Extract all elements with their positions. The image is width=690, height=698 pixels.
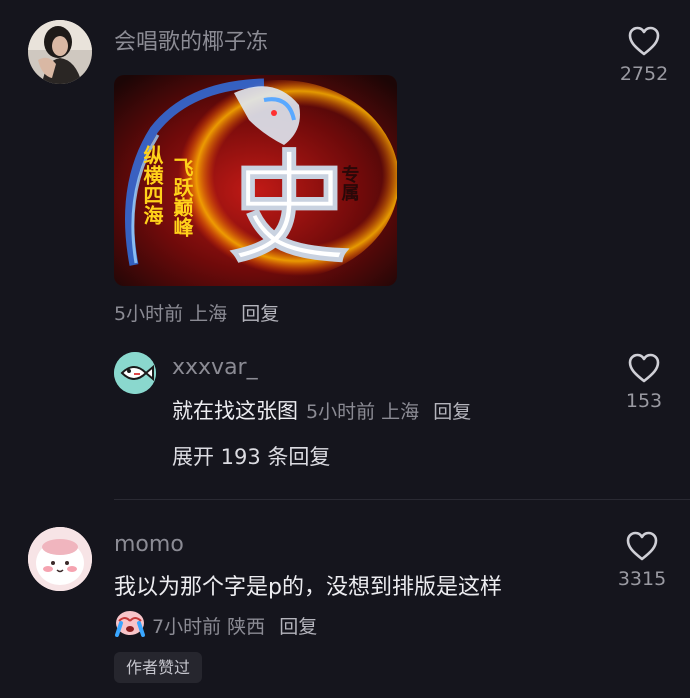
like-count: 2752 (619, 63, 669, 85)
heart-outline-icon (628, 26, 660, 56)
comment-text: 就在找这张图 5小时前 上海 回复 (172, 395, 471, 425)
avatar-user-1[interactable] (28, 20, 92, 84)
image-right-verse: 飞跃巅峰 (170, 157, 194, 237)
timestamp: 7小时前 (152, 616, 222, 638)
image-left-verse: 纵横四海 (140, 145, 164, 225)
username[interactable]: 会唱歌的椰子冻 (114, 24, 268, 56)
heart-outline-icon (628, 353, 660, 383)
username[interactable]: xxxvar_ (172, 355, 258, 380)
comment-meta: 5小时前 上海 回复 (114, 299, 279, 326)
location: 上海 (381, 401, 420, 423)
timestamp: 5小时前 (306, 401, 376, 423)
location: 上海 (189, 303, 228, 325)
image-overlay-char: 史 (229, 138, 349, 279)
like-count: 3315 (617, 568, 667, 590)
like-count: 153 (625, 390, 663, 412)
username[interactable]: momo (114, 532, 184, 557)
comment-text: 我以为那个字是p的，没想到排版是这样 (114, 575, 502, 600)
divider (114, 499, 690, 500)
crying-face-icon (113, 607, 147, 637)
comment-meta: 5小时前 上海 回复 (306, 401, 471, 423)
image-badge-text: 专属 (339, 164, 360, 202)
heart-outline-icon (626, 531, 658, 561)
like-button[interactable]: 2752 (616, 25, 672, 85)
avatar-user-2[interactable] (114, 352, 156, 394)
timestamp: 5小时前 (114, 303, 184, 325)
reply-button[interactable]: 回复 (241, 303, 279, 325)
author-liked-badge: 作者赞过 (114, 652, 203, 683)
expand-replies-button[interactable]: 展开 193 条回复 (172, 441, 330, 471)
avatar-user-3[interactable] (28, 527, 92, 591)
like-button[interactable]: 153 (618, 352, 670, 412)
comment-image[interactable]: 纵横四海 飞跃巅峰 史 专属 (114, 75, 397, 286)
comment-meta: 7小时前 陕西 回复 (152, 612, 317, 639)
location: 陕西 (227, 616, 266, 638)
like-button[interactable]: 3315 (614, 530, 670, 590)
comment-section: 会唱歌的椰子冻 纵横四海 飞跃巅峰 史 专属 5小时前 上海 回复 2752 x… (0, 0, 690, 698)
reply-button[interactable]: 回复 (433, 401, 471, 423)
reply-button[interactable]: 回复 (279, 616, 317, 638)
comment-body: 就在找这张图 (172, 399, 298, 423)
